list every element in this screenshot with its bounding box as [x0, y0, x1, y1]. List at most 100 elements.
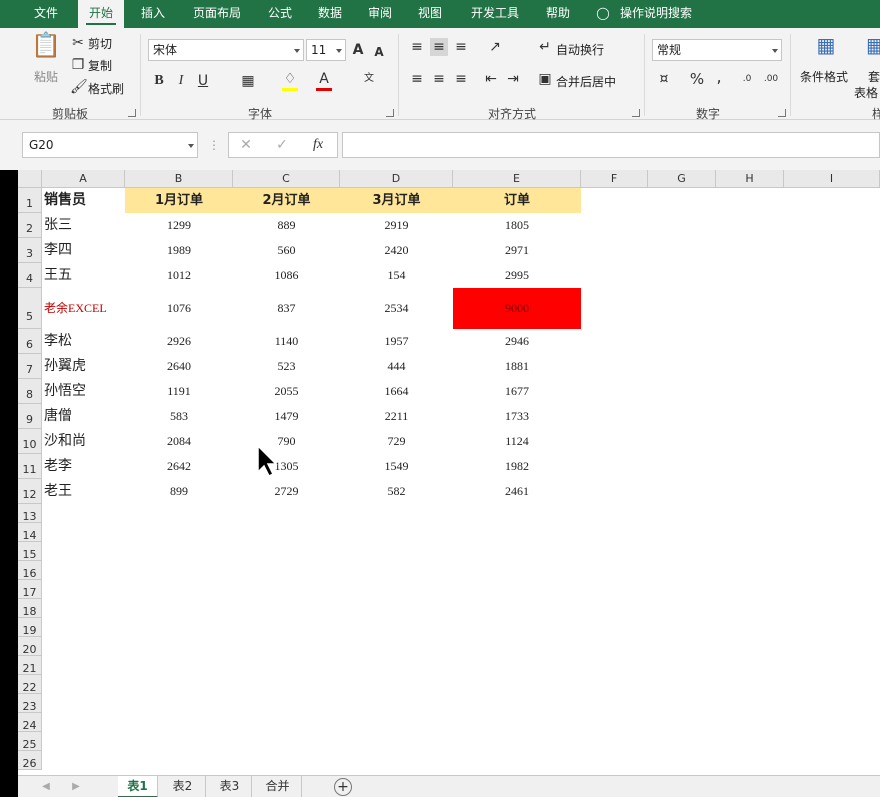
table-format-button[interactable]: 套 [868, 68, 880, 85]
table-cell[interactable]: 1982 [453, 454, 581, 479]
row-header[interactable]: 26 [18, 751, 42, 770]
table-cell[interactable]: 1299 [125, 213, 233, 238]
wrap-text-icon[interactable]: ↵ [536, 38, 554, 56]
row-header[interactable]: 8 [18, 379, 42, 404]
table-cell[interactable]: 523 [233, 354, 340, 379]
row-header[interactable]: 19 [18, 618, 42, 637]
row-header[interactable]: 20 [18, 637, 42, 656]
align-bottom-icon[interactable]: ≡ [452, 38, 470, 56]
sheet-tab-1[interactable]: 表1 [118, 776, 158, 797]
table-cell[interactable]: 1124 [453, 429, 581, 454]
row-header[interactable]: 9 [18, 404, 42, 429]
row-header[interactable]: 15 [18, 542, 42, 561]
table-cell[interactable]: 2729 [233, 479, 340, 504]
cut-button[interactable]: 剪切 [88, 35, 112, 52]
table-cell[interactable]: 1140 [233, 329, 340, 354]
decrease-indent-icon[interactable]: ⇤ [482, 70, 500, 88]
table-cell[interactable]: 唐僧 [42, 404, 125, 429]
phonetic-icon[interactable]: 文 [358, 70, 380, 88]
tab-developer[interactable]: 开发工具 [462, 0, 528, 28]
table-cell[interactable]: 李四 [42, 238, 125, 263]
font-color-icon[interactable]: A [316, 70, 332, 91]
table-cell[interactable]: 1076 [125, 288, 233, 329]
font-name-dropdown[interactable]: 宋体 [148, 39, 304, 61]
table-cell[interactable]: 1989 [125, 238, 233, 263]
table-cell[interactable]: 沙和尚 [42, 429, 125, 454]
select-all-corner[interactable] [18, 170, 42, 188]
row-header[interactable]: 16 [18, 561, 42, 580]
row-header[interactable]: 7 [18, 354, 42, 379]
table-cell[interactable]: 154 [340, 263, 453, 288]
format-painter-button[interactable]: 格式刷 [88, 80, 124, 97]
table-cell[interactable]: 2926 [125, 329, 233, 354]
table-cell[interactable]: 1191 [125, 379, 233, 404]
copy-icon[interactable]: ❐ [70, 56, 86, 74]
number-format-dropdown[interactable]: 常规 [652, 39, 782, 61]
column-header[interactable]: C [233, 170, 340, 188]
table-format-icon[interactable]: ▦ [866, 35, 880, 64]
row-header[interactable]: 5 [18, 288, 42, 329]
row-header[interactable]: 3 [18, 238, 42, 263]
column-header[interactable]: A [42, 170, 125, 188]
row-header[interactable]: 13 [18, 504, 42, 523]
scroll-right-icon[interactable]: ▶ [70, 778, 82, 796]
table-cell[interactable]: 1479 [233, 404, 340, 429]
table-cell[interactable]: 1881 [453, 354, 581, 379]
underline-button[interactable]: U [196, 72, 210, 90]
column-header[interactable]: I [784, 170, 880, 188]
row-header[interactable]: 11 [18, 454, 42, 479]
table-cell[interactable]: 孙翼虎 [42, 354, 125, 379]
table-cell[interactable]: 王五 [42, 263, 125, 288]
merge-center-icon[interactable]: ▣ [536, 70, 554, 88]
table-cell[interactable]: 899 [125, 479, 233, 504]
table-cell[interactable]: 729 [340, 429, 453, 454]
tab-review[interactable]: 审阅 [358, 0, 402, 28]
row-header[interactable]: 14 [18, 523, 42, 542]
sheet-tab-merge[interactable]: 合并 [254, 776, 302, 797]
conditional-format-button[interactable]: 条件格式 [800, 68, 848, 85]
row-header[interactable]: 12 [18, 479, 42, 504]
font-size-dropdown[interactable]: 11 [306, 39, 346, 61]
enter-icon[interactable]: ✓ [275, 136, 289, 154]
table-cell[interactable]: 2211 [340, 404, 453, 429]
table-cell[interactable]: 2420 [340, 238, 453, 263]
column-header[interactable]: F [581, 170, 648, 188]
table-cell[interactable]: 2534 [340, 288, 453, 329]
row-header[interactable]: 2 [18, 213, 42, 238]
orientation-icon[interactable]: ↗ [484, 38, 506, 56]
tab-home[interactable]: 开始 [78, 0, 124, 28]
table-cell[interactable]: 1957 [340, 329, 453, 354]
table-cell[interactable]: 1677 [453, 379, 581, 404]
table-cell[interactable]: 560 [233, 238, 340, 263]
align-top-icon[interactable]: ≡ [408, 38, 426, 56]
alignment-launcher-icon[interactable] [632, 109, 640, 117]
table-cell[interactable]: 孙悟空 [42, 379, 125, 404]
row-header[interactable]: 21 [18, 656, 42, 675]
bold-button[interactable]: B [152, 72, 166, 90]
column-header[interactable]: E [453, 170, 581, 188]
tab-insert[interactable]: 插入 [130, 0, 176, 28]
table-cell[interactable]: 2084 [125, 429, 233, 454]
table-cell[interactable]: 790 [233, 429, 340, 454]
copy-button[interactable]: 复制 [88, 57, 112, 74]
table-cell[interactable]: 老李 [42, 454, 125, 479]
name-box[interactable]: G20 [22, 132, 198, 158]
table-cell[interactable]: 1305 [233, 454, 340, 479]
borders-icon[interactable]: ▦ [240, 72, 256, 90]
table-cell[interactable]: 1733 [453, 404, 581, 429]
scissors-icon[interactable]: ✂ [70, 34, 86, 52]
table-cell[interactable]: 2640 [125, 354, 233, 379]
table-cell[interactable]: 2919 [340, 213, 453, 238]
table-cell[interactable]: 582 [340, 479, 453, 504]
row-header[interactable]: 4 [18, 263, 42, 288]
row-header[interactable]: 18 [18, 599, 42, 618]
table-cell[interactable]: 1012 [125, 263, 233, 288]
table-cell[interactable]: 1086 [233, 263, 340, 288]
increase-font-icon[interactable]: A [350, 41, 366, 59]
comma-button[interactable]: , [712, 68, 726, 86]
table-cell[interactable]: 1664 [340, 379, 453, 404]
column-header[interactable]: D [340, 170, 453, 188]
table-cell[interactable]: 444 [340, 354, 453, 379]
table-cell[interactable]: 老王 [42, 479, 125, 504]
table-cell[interactable]: 老余EXCEL [42, 288, 125, 329]
